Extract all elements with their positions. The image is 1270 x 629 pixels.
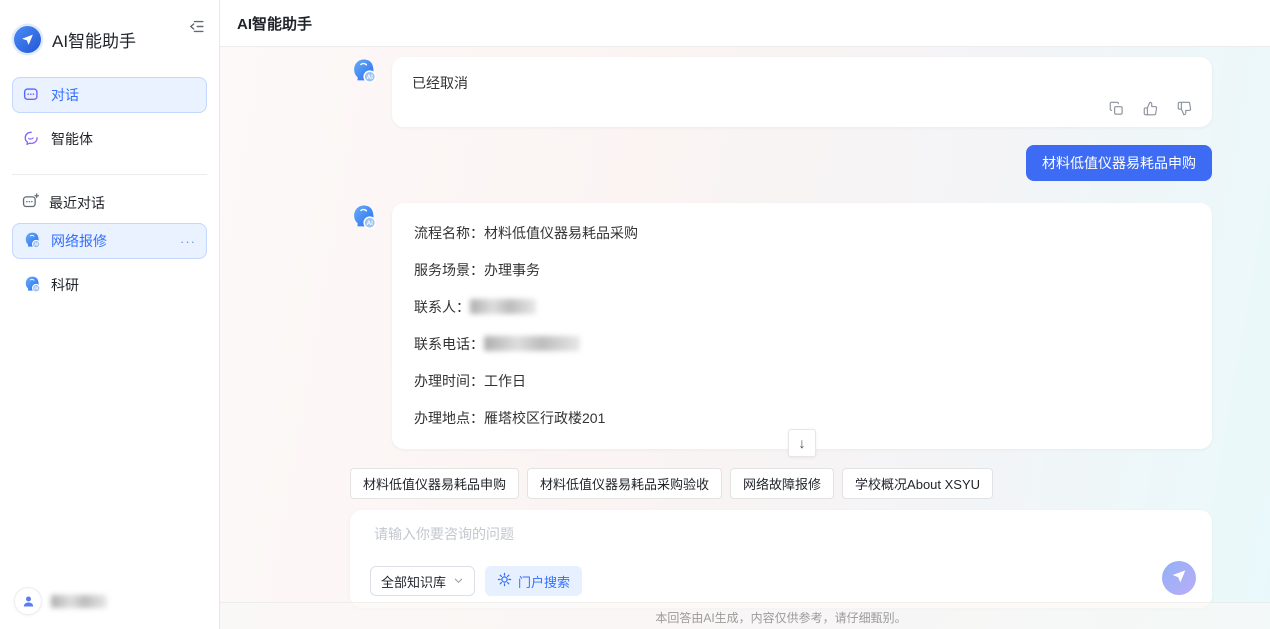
contact-phone-line: 联系电话： bbox=[414, 326, 1190, 363]
service-scene-line: 服务场景：办理事务 bbox=[414, 252, 1190, 289]
portal-search-label: 门户搜索 bbox=[518, 572, 570, 591]
sidebar-nav: 对话 智能体 bbox=[0, 53, 219, 157]
assistant-avatar-icon: AI bbox=[350, 203, 377, 230]
chevron-down-icon bbox=[453, 574, 464, 589]
message-actions bbox=[1108, 100, 1192, 116]
recent-chat-icon bbox=[22, 193, 39, 213]
assistant-avatar-icon: AI bbox=[350, 57, 377, 84]
recent-item-label: 网络报修 bbox=[51, 231, 107, 251]
portal-search-button[interactable]: 门户搜索 bbox=[485, 566, 582, 596]
sidebar-header: AI智能助手 bbox=[0, 0, 219, 53]
svg-text:AI: AI bbox=[34, 241, 38, 246]
chat-column: AI 已经取消 bbox=[350, 57, 1212, 608]
suggestion-chips: 材料低值仪器易耗品申购 材料低值仪器易耗品采购验收 网络故障报修 学校概况Abo… bbox=[350, 468, 1212, 499]
sidebar: AI智能助手 对话 bbox=[0, 0, 220, 629]
arrow-down-icon: ↓ bbox=[799, 435, 806, 451]
username-redacted bbox=[51, 595, 107, 608]
thumbs-down-icon[interactable] bbox=[1176, 100, 1192, 116]
robot-face-plus-icon bbox=[23, 129, 41, 150]
scroll-to-bottom-button[interactable]: ↓ bbox=[788, 429, 816, 457]
chat-input[interactable] bbox=[374, 524, 1148, 566]
app-logo-icon bbox=[14, 26, 41, 53]
sidebar-item-label: 对话 bbox=[51, 85, 79, 105]
assistant-message-card: 流程名称：材料低值仪器易耗品采购 服务场景：办理事务 联系人： 联系电话： 办理… bbox=[392, 203, 1212, 449]
recent-item-research[interactable]: AI 科研 bbox=[12, 267, 207, 303]
contact-phone-redacted bbox=[484, 336, 580, 351]
recent-item-network-repair[interactable]: AI 网络报修 ··· bbox=[12, 223, 207, 259]
user-message-bubble: 材料低值仪器易耗品申购 bbox=[1026, 145, 1212, 181]
app-title: AI智能助手 bbox=[52, 27, 136, 52]
suggestion-chip[interactable]: 材料低值仪器易耗品申购 bbox=[350, 468, 519, 499]
user-avatar-icon bbox=[14, 587, 42, 615]
recent-chats-list: AI 网络报修 ··· AI 科研 bbox=[0, 217, 219, 303]
thumbs-up-icon[interactable] bbox=[1142, 100, 1158, 116]
user-message: 材料低值仪器易耗品申购 bbox=[350, 145, 1212, 181]
sidebar-user[interactable] bbox=[14, 587, 107, 615]
assistant-message-text: 已经取消 bbox=[412, 75, 468, 91]
svg-text:AI: AI bbox=[367, 74, 373, 81]
sidebar-divider bbox=[12, 174, 207, 175]
sidebar-item-label: 智能体 bbox=[51, 129, 93, 149]
assistant-message: AI 流程名称：材料低值仪器易耗品采购 服务场景：办理事务 联系人： 联系电话：… bbox=[350, 203, 1212, 449]
process-name-line: 流程名称：材料低值仪器易耗品采购 bbox=[414, 215, 1190, 252]
send-button[interactable] bbox=[1162, 561, 1196, 595]
disclaimer-strip: 本回答由AI生成，内容仅供参考，请仔细甄别。 bbox=[220, 602, 1270, 629]
composer-controls: 全部知识库 bbox=[370, 566, 582, 596]
knowledge-base-select-value: 全部知识库 bbox=[381, 572, 446, 591]
sidebar-collapse-icon[interactable] bbox=[185, 15, 207, 37]
gear-icon bbox=[497, 572, 512, 590]
svg-text:AI: AI bbox=[34, 285, 38, 290]
suggestion-chip[interactable]: 材料低值仪器易耗品采购验收 bbox=[527, 468, 722, 499]
assistant-message: AI 已经取消 bbox=[350, 57, 1212, 127]
knowledge-base-select[interactable]: 全部知识库 bbox=[370, 566, 475, 596]
chat-area: AI 已经取消 bbox=[220, 47, 1270, 629]
recent-chats-header: 最近对话 bbox=[0, 189, 219, 217]
recent-item-label: 科研 bbox=[51, 275, 79, 295]
office-hours-line: 办理时间：工作日 bbox=[414, 363, 1190, 400]
assistant-message-card: 已经取消 bbox=[392, 57, 1212, 127]
svg-text:AI: AI bbox=[367, 220, 373, 227]
assistant-avatar-icon: AI bbox=[23, 231, 41, 252]
suggestion-chip[interactable]: 网络故障报修 bbox=[730, 468, 834, 499]
sidebar-item-agents[interactable]: 智能体 bbox=[12, 121, 207, 157]
main-panel: AI智能助手 AI 已经取消 bbox=[220, 0, 1270, 629]
copy-icon[interactable] bbox=[1108, 100, 1124, 116]
contact-person-redacted bbox=[470, 299, 536, 314]
more-icon[interactable]: ··· bbox=[180, 234, 196, 249]
assistant-avatar-icon: AI bbox=[23, 275, 41, 296]
contact-person-line: 联系人： bbox=[414, 289, 1190, 326]
recent-chats-title: 最近对话 bbox=[49, 193, 105, 213]
suggestion-chip[interactable]: 学校概况About XSYU bbox=[842, 468, 993, 499]
sidebar-item-chat[interactable]: 对话 bbox=[12, 77, 207, 113]
ai-disclaimer: 本回答由AI生成，内容仅供参考，请仔细甄别。 bbox=[350, 609, 1212, 626]
page-header: AI智能助手 bbox=[220, 0, 1270, 47]
chat-bubble-plus-icon bbox=[23, 85, 41, 106]
page-title: AI智能助手 bbox=[237, 13, 312, 34]
composer: 全部知识库 bbox=[350, 510, 1212, 608]
app-window: AI智能助手 对话 bbox=[0, 0, 1270, 629]
paper-plane-icon bbox=[1171, 568, 1187, 589]
